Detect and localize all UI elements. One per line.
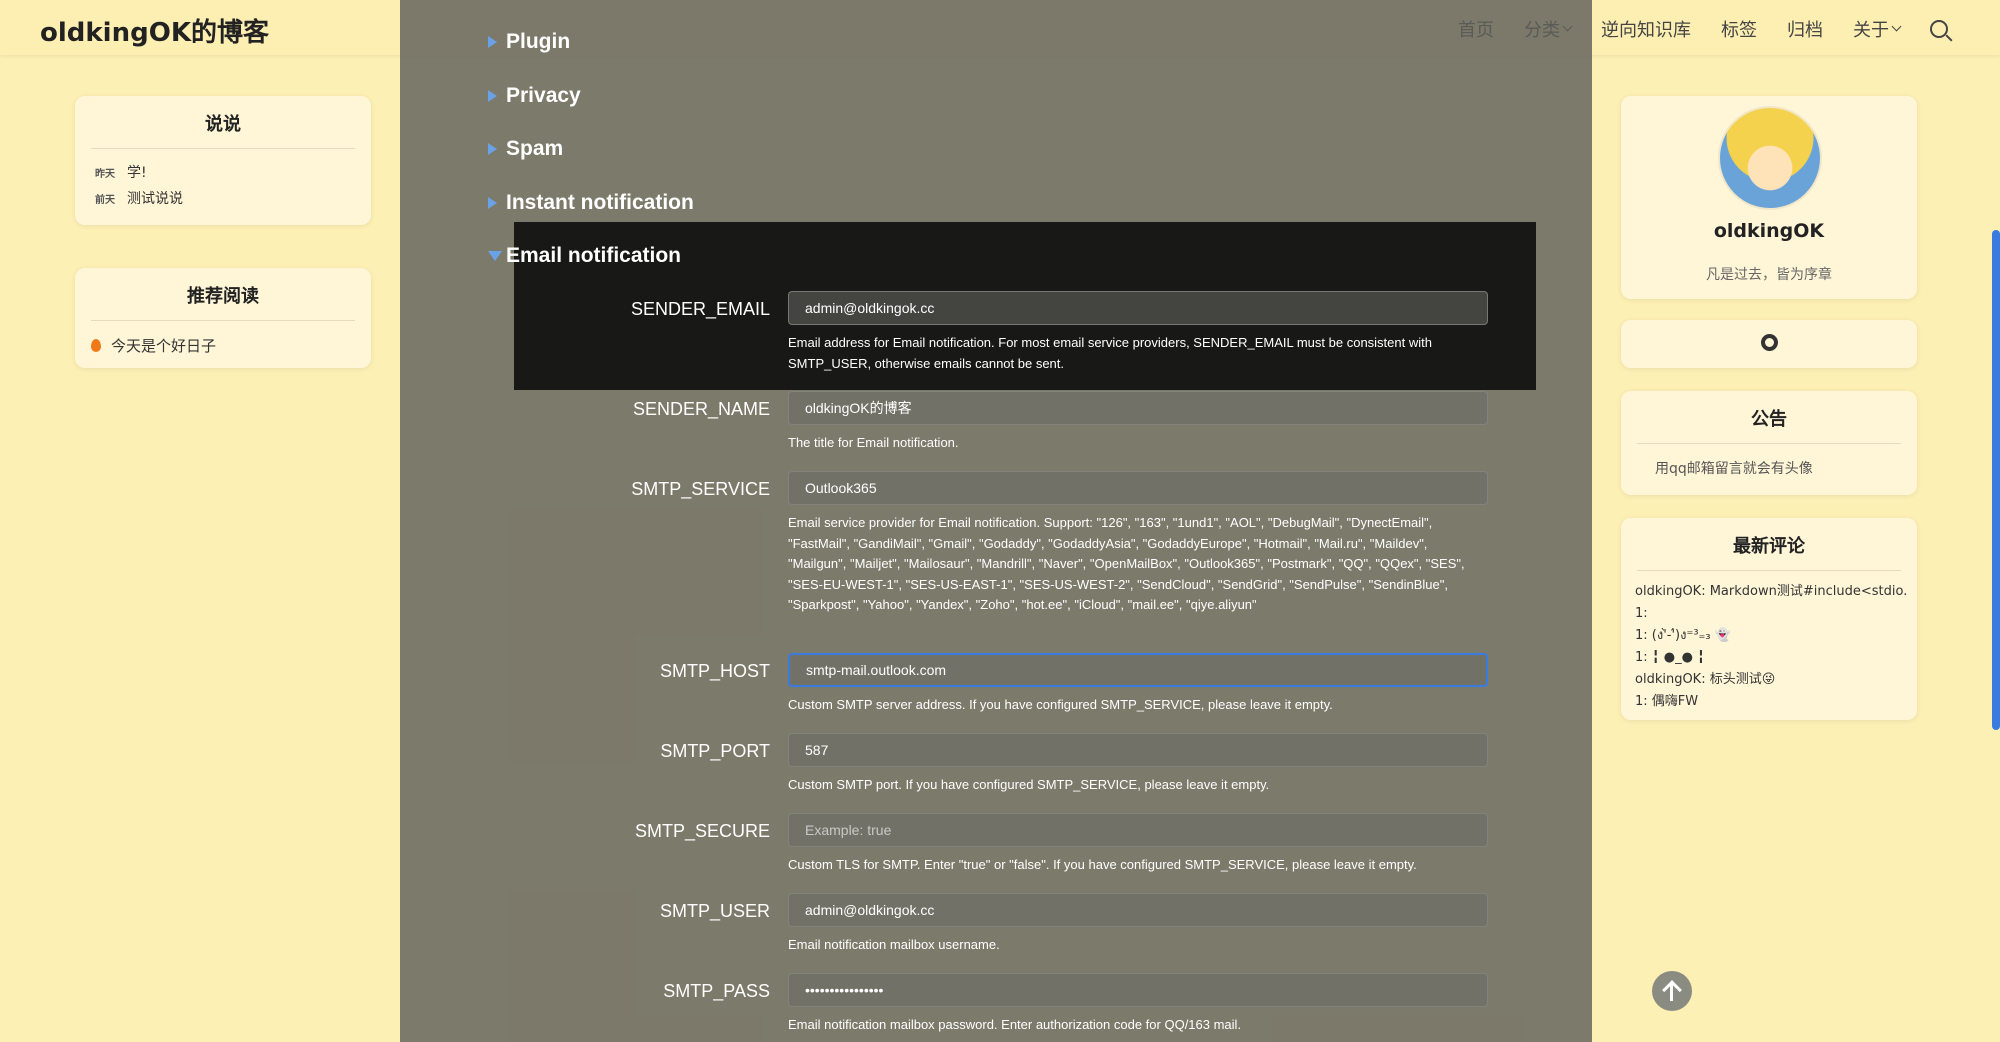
smtp-pass-label: SMTP_PASS xyxy=(663,981,770,1001)
sender-name-input[interactable] xyxy=(788,391,1488,425)
chevron-down-icon xyxy=(1891,21,1902,32)
smtp-service-label: SMTP_SERVICE xyxy=(631,479,770,499)
smtp-host-label: SMTP_HOST xyxy=(659,661,770,681)
nav-knowledge-base[interactable]: 逆向知识库 xyxy=(1601,16,1691,42)
notice-text: 用qq邮箱留言就会有头像 xyxy=(1655,461,1813,477)
section-plugin[interactable]: Plugin xyxy=(488,30,570,54)
triangle-right-icon xyxy=(488,143,497,155)
shuoshuo-title: 说说 xyxy=(205,114,241,135)
triangle-right-icon xyxy=(488,36,497,48)
comment-item[interactable]: 1: xyxy=(1621,603,1917,625)
avatar[interactable] xyxy=(1718,106,1822,210)
shuoshuo-date: 昨天 xyxy=(95,168,115,180)
shuoshuo-date: 前天 xyxy=(95,194,115,206)
section-label: Privacy xyxy=(506,84,581,107)
section-label: Instant notification xyxy=(506,191,694,214)
profile-card: oldkingOK 凡是过去，皆为序章 xyxy=(1621,96,1917,299)
nav-tags[interactable]: 标签 xyxy=(1721,16,1757,42)
section-label: Email notification xyxy=(506,244,682,267)
smtp-port-label: SMTP_PORT xyxy=(660,741,770,761)
smtp-user-label: SMTP_USER xyxy=(659,901,770,921)
shuoshuo-text: 学! xyxy=(127,165,147,181)
comment-item[interactable]: 1: (ง'̀-'́)ง⁼³₌₃ 👻 xyxy=(1621,625,1917,647)
smtp-user-input[interactable] xyxy=(788,893,1488,927)
smtp-secure-input[interactable] xyxy=(788,813,1488,847)
recommend-item-label: 今天是个好日子 xyxy=(111,337,217,355)
smtp-secure-help: Custom TLS for SMTP. Enter "true" or "fa… xyxy=(788,857,1417,872)
comment-item[interactable]: oldkingOK: 标头测试😜 xyxy=(1621,669,1917,691)
triangle-right-icon xyxy=(488,90,497,102)
github-icon[interactable] xyxy=(1761,334,1778,351)
notice-title: 公告 xyxy=(1751,409,1787,430)
sender-email-help: Email address for Email notification. Fo… xyxy=(788,335,1432,371)
smtp-pass-input[interactable] xyxy=(788,973,1488,1007)
comment-item[interactable]: 1: 偶嗨FW xyxy=(1621,691,1917,713)
divider xyxy=(91,148,355,149)
site-title[interactable]: oldkingOK的博客 xyxy=(40,12,269,49)
social-card xyxy=(1621,320,1917,368)
smtp-host-input[interactable] xyxy=(788,653,1488,687)
page-scrollbar[interactable] xyxy=(1992,230,2000,730)
comment-item[interactable]: oldkingOK: Markdown测试#include<stdio. xyxy=(1621,581,1917,603)
section-label: Spam xyxy=(506,137,564,160)
scroll-to-top-button[interactable] xyxy=(1652,971,1692,1011)
sender-email-label: SENDER_EMAIL xyxy=(630,299,770,319)
section-email-notification[interactable]: Email notification xyxy=(488,244,681,268)
section-privacy[interactable]: Privacy xyxy=(488,84,581,108)
fire-icon xyxy=(91,339,101,352)
recommend-card: 推荐阅读 今天是个好日子 xyxy=(75,268,371,368)
shuoshuo-text: 测试说说 xyxy=(127,191,183,207)
smtp-host-help: Custom SMTP server address. If you have … xyxy=(788,697,1333,712)
shuoshuo-item[interactable]: 昨天 学! xyxy=(75,159,371,185)
sender-name-label: SENDER_NAME xyxy=(632,399,770,419)
shuoshuo-item[interactable]: 前天 测试说说 xyxy=(75,185,371,211)
profile-name: oldkingOK xyxy=(1713,220,1825,242)
nav-about[interactable]: 关于 xyxy=(1853,16,1902,42)
section-label: Plugin xyxy=(506,30,571,53)
smtp-service-input[interactable] xyxy=(788,471,1488,505)
section-spam[interactable]: Spam xyxy=(488,137,563,161)
smtp-port-help: Custom SMTP port. If you have configured… xyxy=(788,777,1270,792)
recent-comments-title: 最新评论 xyxy=(1733,536,1805,557)
divider xyxy=(1637,570,1901,571)
search-icon[interactable] xyxy=(1930,20,1948,38)
sender-email-input[interactable] xyxy=(788,291,1488,325)
shuoshuo-card: 说说 昨天 学! 前天 测试说说 xyxy=(75,96,371,225)
sender-name-help: The title for Email notification. xyxy=(788,435,959,450)
notice-card: 公告 用qq邮箱留言就会有头像 xyxy=(1621,391,1917,495)
nav-archives[interactable]: 归档 xyxy=(1787,16,1823,42)
divider xyxy=(1637,443,1901,444)
recommend-item[interactable]: 今天是个好日子 xyxy=(75,331,371,360)
triangle-right-icon xyxy=(488,197,497,209)
divider xyxy=(91,320,355,321)
smtp-user-help: Email notification mailbox username. xyxy=(788,937,1000,952)
section-instant-notification[interactable]: Instant notification xyxy=(488,191,694,215)
recent-comments-card: 最新评论 oldkingOK: Markdown测试#include<stdio… xyxy=(1621,518,1917,720)
smtp-pass-help: Email notification mailbox password. Ent… xyxy=(788,1017,1242,1032)
email-settings-panel: Plugin Privacy Spam Instant notification… xyxy=(453,0,1537,1042)
comment-item[interactable]: 1: ╏ ●_● ╏ xyxy=(1621,647,1917,669)
triangle-down-icon xyxy=(488,251,502,261)
profile-motto: 凡是过去，皆为序章 xyxy=(1706,267,1832,283)
smtp-port-input[interactable] xyxy=(788,733,1488,767)
smtp-service-help: Email service provider for Email notific… xyxy=(788,515,1465,612)
recommend-title: 推荐阅读 xyxy=(187,286,259,307)
smtp-secure-label: SMTP_SECURE xyxy=(634,821,770,841)
